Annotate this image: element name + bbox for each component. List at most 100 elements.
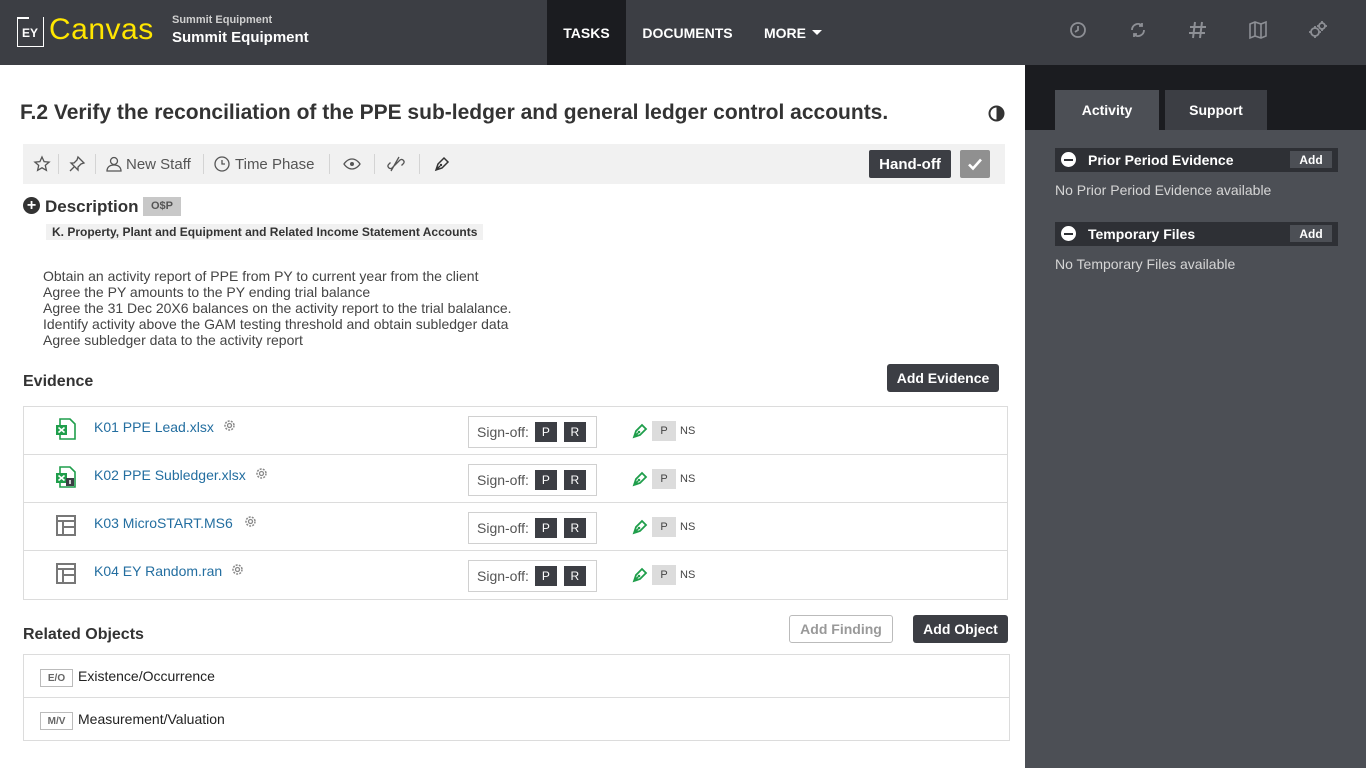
assertion-name: Measurement/Valuation (78, 711, 225, 727)
check-icon (968, 158, 982, 171)
task-detail: F.2 Verify the reconciliation of the PPE… (0, 65, 1025, 768)
reviewer-signoff-button[interactable]: R (563, 422, 586, 442)
reviewer-signoff-button[interactable]: R (563, 470, 586, 490)
pen-green-icon[interactable] (631, 422, 649, 440)
description-line: Agree the 31 Dec 20X6 balances on the ac… (43, 300, 512, 316)
nav-more-label: MORE (764, 24, 806, 41)
tab-activity[interactable]: Activity (1055, 90, 1159, 130)
description-line: Agree the PY amounts to the PY ending tr… (43, 284, 371, 300)
account-area-tag: K. Property, Plant and Equipment and Rel… (46, 224, 484, 240)
description-text: Obtain an activity report of PPE from PY… (43, 268, 512, 348)
evidence-row: K04 EY Random.ran Sign-off: P R P NS (24, 551, 1007, 599)
expand-plus-icon[interactable]: + (23, 197, 40, 214)
add-temporary-file-button[interactable]: Add (1290, 225, 1332, 242)
pen-green-icon[interactable] (631, 518, 649, 536)
add-object-button[interactable]: Add Object (913, 615, 1008, 643)
handoff-button[interactable]: Hand-off (869, 150, 951, 178)
evidence-row: K01 PPE Lead.xlsx Sign-off: P R P NS (24, 407, 1007, 455)
top-bar: EY Canvas Summit Equipment Summit Equipm… (0, 0, 1366, 65)
sync-icon[interactable] (1126, 18, 1150, 42)
signoff-box: Sign-off: P R (468, 560, 597, 592)
toolbar-divider (329, 154, 330, 174)
add-prior-evidence-button[interactable]: Add (1290, 151, 1332, 168)
preparer-signoff-button[interactable]: P (534, 566, 557, 586)
description-heading: Description (45, 197, 139, 216)
new-staff-label: New Staff (126, 155, 191, 173)
new-staff-button[interactable]: New Staff (105, 144, 191, 184)
status-text: NS (680, 425, 696, 437)
side-panel: Activity Support Prior Period Evidence A… (1025, 65, 1366, 768)
temporary-files-title: Temporary Files (1088, 226, 1196, 242)
toolbar-divider (58, 154, 59, 174)
settings-gear-icon[interactable] (243, 514, 258, 529)
preparer-signoff-button[interactable]: P (534, 470, 557, 490)
settings-gear-icon[interactable] (254, 466, 269, 481)
tab-support[interactable]: Support (1165, 90, 1267, 130)
settings-gear-icon[interactable] (222, 418, 237, 433)
related-objects-heading: Related Objects (23, 626, 144, 643)
add-finding-button[interactable]: Add Finding (789, 615, 893, 643)
nav-tasks[interactable]: TASKS (547, 0, 626, 65)
time-phase-button[interactable]: Time Phase (213, 144, 314, 184)
description-line: Agree subledger data to the activity rep… (43, 332, 303, 348)
collapse-minus-icon[interactable] (1061, 226, 1076, 241)
gear-cluster-icon[interactable] (1306, 18, 1330, 42)
status-text: NS (680, 473, 696, 485)
client-name-small: Summit Equipment (172, 14, 273, 26)
settings-gear-icon[interactable] (230, 562, 245, 577)
pen-green-icon[interactable] (631, 566, 649, 584)
ey-logo[interactable]: EY (16, 17, 44, 47)
excel-icon (54, 417, 78, 441)
form-icon (54, 513, 78, 537)
page-title: F.2 Verify the reconciliation of the PPE… (20, 101, 889, 124)
clock-icon (214, 156, 230, 172)
preparer-signoff-button[interactable]: P (534, 518, 557, 538)
prior-period-empty-text: No Prior Period Evidence available (1055, 182, 1272, 198)
chevron-down-icon (812, 30, 822, 35)
assertion-tag: E/O (40, 669, 73, 687)
nav-documents-label: DOCUMENTS (642, 24, 733, 41)
time-icon[interactable] (1066, 18, 1090, 42)
contrast-icon[interactable] (988, 105, 1005, 122)
logo-mark-text: EY (22, 26, 39, 40)
pen-icon[interactable] (433, 144, 451, 184)
evidence-link[interactable]: K03 MicroSTART.MS6 (94, 515, 233, 531)
evidence-row: K02 PPE Subledger.xlsx Sign-off: P R P N… (24, 455, 1007, 503)
toolbar-divider (419, 154, 420, 174)
temporary-files-empty-text: No Temporary Files available (1055, 256, 1236, 272)
star-icon[interactable] (33, 144, 51, 184)
unlink-icon[interactable] (387, 144, 405, 184)
nav-more[interactable]: MORE (749, 0, 837, 65)
add-evidence-button[interactable]: Add Evidence (887, 364, 999, 392)
complete-button[interactable] (960, 150, 990, 178)
evidence-list: K01 PPE Lead.xlsx Sign-off: P R P NS K02… (23, 406, 1008, 600)
pin-icon[interactable] (68, 144, 86, 184)
assertion-tag: M/V (40, 712, 73, 730)
eye-icon[interactable] (343, 144, 361, 184)
status-badge: P (652, 421, 676, 441)
map-icon[interactable] (1246, 18, 1270, 42)
preparer-signoff-button[interactable]: P (534, 422, 557, 442)
evidence-link[interactable]: K04 EY Random.ran (94, 563, 222, 579)
hash-icon[interactable] (1186, 18, 1210, 42)
collapse-minus-icon[interactable] (1061, 152, 1076, 167)
evidence-link[interactable]: K01 PPE Lead.xlsx (94, 419, 214, 435)
client-name[interactable]: Summit Equipment (172, 29, 309, 46)
signoff-label: Sign-off: (477, 568, 529, 584)
task-toolbar: New Staff Time Phase Hand-off (23, 144, 1005, 184)
toolbar-divider (95, 154, 96, 174)
nav-documents[interactable]: DOCUMENTS (626, 0, 749, 65)
reviewer-signoff-button[interactable]: R (563, 566, 586, 586)
evidence-link[interactable]: K02 PPE Subledger.xlsx (94, 467, 246, 483)
app-name[interactable]: Canvas (49, 13, 154, 47)
list-item[interactable]: E/O Existence/Occurrence (24, 655, 1009, 698)
related-objects-list: E/O Existence/Occurrence M/V Measurement… (23, 654, 1010, 741)
pen-green-icon[interactable] (631, 470, 649, 488)
form-icon (54, 561, 78, 585)
reviewer-signoff-button[interactable]: R (563, 518, 586, 538)
description-line: Obtain an activity report of PPE from PY… (43, 268, 479, 284)
list-item[interactable]: M/V Measurement/Valuation (24, 698, 1009, 741)
signoff-box: Sign-off: P R (468, 464, 597, 496)
signoff-label: Sign-off: (477, 424, 529, 440)
time-phase-label: Time Phase (235, 155, 315, 173)
